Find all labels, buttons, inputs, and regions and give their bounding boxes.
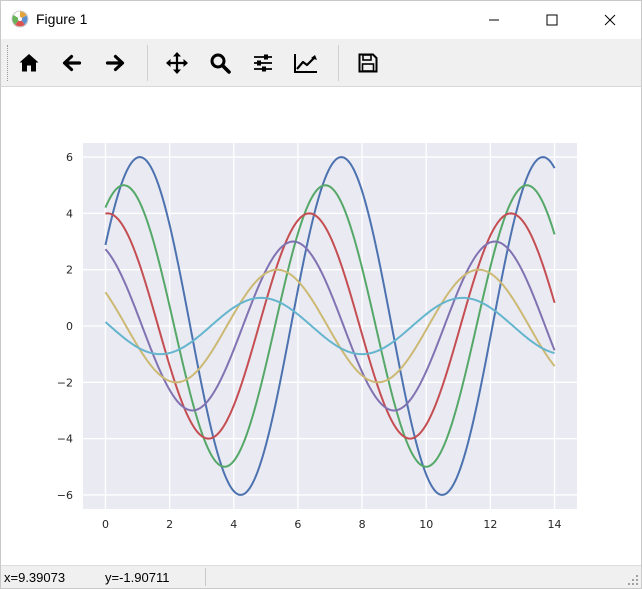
line-plot[interactable]: 0 2 4 6 8 10 12 14 −6 −4 −2 0 2 4 6 [1,87,641,565]
x-tick-label: 4 [230,518,237,531]
sliders-icon [254,54,272,72]
toolbar-grip[interactable] [7,45,10,81]
y-tick-label: 4 [66,207,73,220]
x-tick-label: 12 [483,518,497,531]
back-button[interactable] [55,45,89,81]
pan-button[interactable] [160,45,194,81]
arrow-left-icon [62,54,82,72]
line-chart-icon [294,54,317,73]
minimize-icon [489,19,499,21]
subplots-button[interactable] [246,45,280,81]
floppy-disk-icon [358,53,378,73]
x-tick-label: 0 [102,518,109,531]
move-icon [166,52,188,74]
x-tick-label: 10 [419,518,433,531]
figure-canvas[interactable]: 0 2 4 6 8 10 12 14 −6 −4 −2 0 2 4 6 [1,87,641,565]
x-tick-label: 6 [294,518,301,531]
zoom-button[interactable] [203,45,237,81]
navigation-toolbar [1,39,641,87]
y-tick-label: −6 [57,489,73,502]
home-button[interactable] [12,45,46,81]
toolbar-separator [338,45,339,81]
y-tick-label: 0 [66,320,73,333]
y-tick-label: −2 [57,376,73,389]
status-separator [205,568,206,586]
x-tick-label: 2 [166,518,173,531]
y-tick-label: −4 [57,433,73,446]
save-button[interactable] [351,45,385,81]
matplotlib-icon [11,10,29,28]
edit-axes-button[interactable] [289,45,323,81]
y-tick-label: 6 [66,151,73,164]
forward-button[interactable] [98,45,132,81]
x-tick-label: 14 [548,518,562,531]
toolbar-separator [147,45,148,81]
cursor-y-readout: y=-1.90711 [105,570,170,585]
title-bar: Figure 1 [1,1,641,39]
y-tick-label: 2 [66,264,73,277]
maximize-button[interactable] [529,1,575,39]
status-bar: x=9.39073 y=-1.90711 [1,565,641,588]
arrow-right-icon [105,54,125,72]
window-title: Figure 1 [36,11,88,27]
x-tick-label: 8 [359,518,366,531]
search-icon [210,53,231,74]
close-button[interactable] [587,1,633,39]
maximize-icon [546,14,558,26]
figure-window: Figure 1 0 2 4 6 8 10 12 14 −6 −4 −2 0 2… [0,0,642,589]
cursor-x-readout: x=9.39073 [4,570,66,585]
home-icon [19,54,39,72]
resize-grip-icon[interactable] [627,574,639,586]
minimize-button[interactable] [471,1,517,39]
close-icon [604,14,616,26]
